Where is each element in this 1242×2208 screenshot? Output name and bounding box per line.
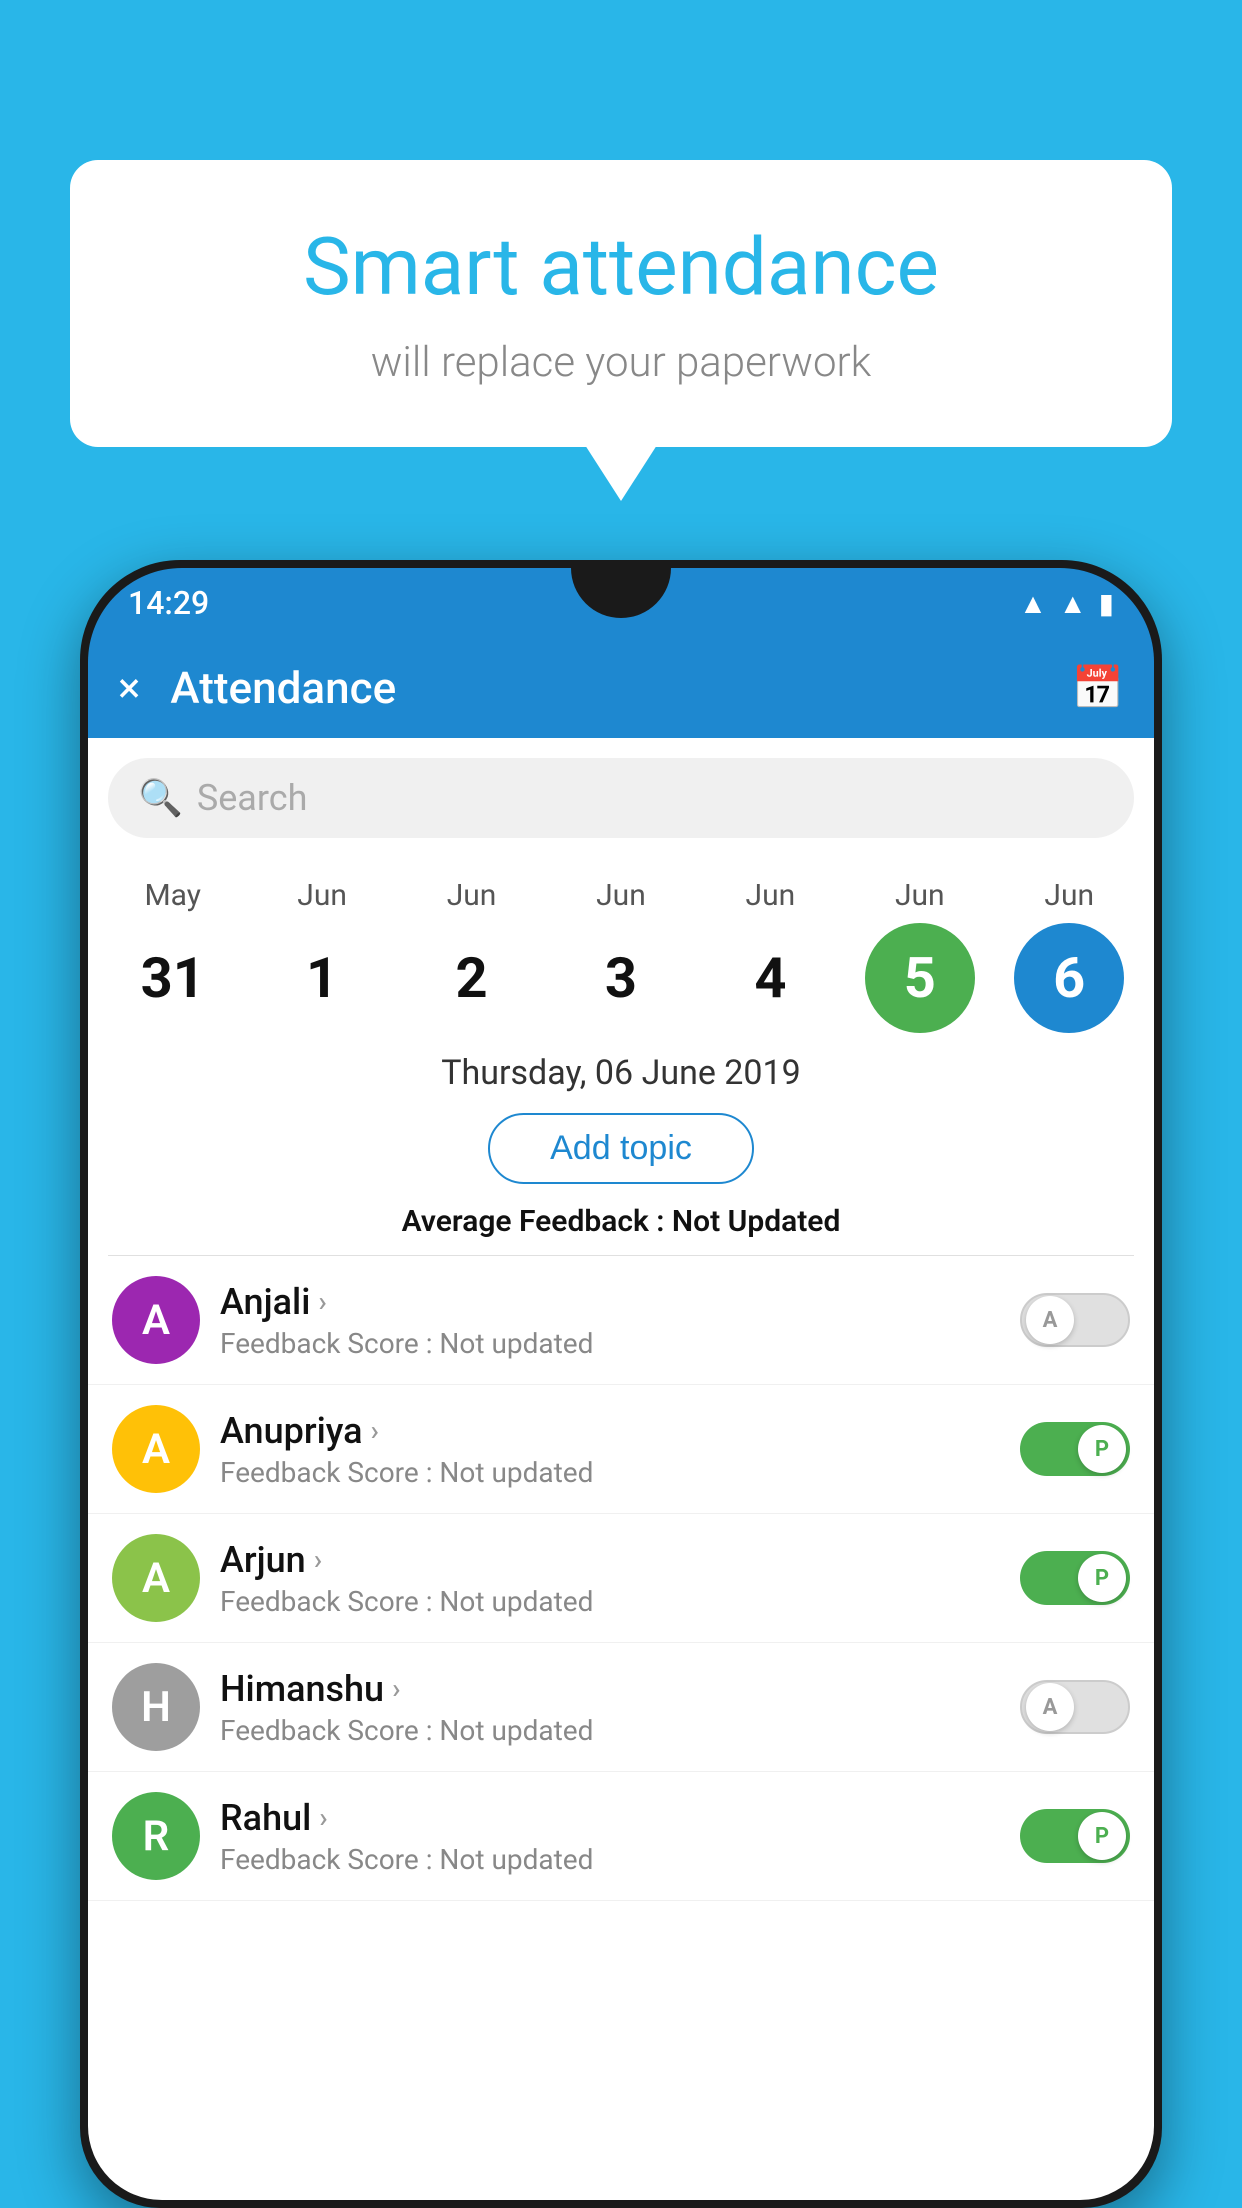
toggle-2[interactable]: P [1020, 1551, 1130, 1605]
calendar-button[interactable]: 📅 [1072, 664, 1124, 713]
student-row-1[interactable]: A Anupriya › Feedback Score : Not updated P [88, 1385, 1154, 1514]
toggle-thumb-2: P [1078, 1554, 1126, 1602]
feedback-score-3: Feedback Score : Not updated [220, 1714, 1000, 1747]
avg-feedback-value: Not Updated [672, 1204, 840, 1239]
feedback-score-4: Feedback Score : Not updated [220, 1843, 1000, 1876]
calendar-day-6[interactable]: Jun 6 [999, 878, 1139, 1033]
calendar-day-1[interactable]: Jun 1 [252, 878, 392, 1033]
calendar-day-2[interactable]: Jun 2 [402, 878, 542, 1033]
cal-day-num-4: 4 [715, 923, 825, 1033]
avatar-2: A [112, 1534, 200, 1622]
student-info-4: Rahul › Feedback Score : Not updated [220, 1797, 1000, 1876]
cal-month-1: Jun [297, 878, 347, 913]
cal-month-3: Jun [596, 878, 646, 913]
student-name-4: Rahul › [220, 1797, 1000, 1839]
bubble-subtitle: will replace your paperwork [130, 338, 1112, 387]
calendar-day-4[interactable]: Jun 4 [700, 878, 840, 1033]
students-list: AAnjali ›Feedback Score : Not updatedAAA… [88, 1256, 1154, 1901]
app-bar-title: Attendance [170, 662, 1041, 714]
toggle-0[interactable]: A [1020, 1293, 1130, 1347]
cal-month-5: Jun [895, 878, 945, 913]
close-button[interactable]: × [118, 664, 140, 713]
student-info-1: Anupriya › Feedback Score : Not updated [220, 1410, 1000, 1489]
student-row-2[interactable]: A Arjun › Feedback Score : Not updated P [88, 1514, 1154, 1643]
cal-day-num-6: 6 [1014, 923, 1124, 1033]
cal-month-6: Jun [1044, 878, 1094, 913]
cal-month-2: Jun [447, 878, 497, 913]
status-time: 14:29 [128, 584, 209, 622]
avg-feedback: Average Feedback : Not Updated [88, 1194, 1154, 1255]
cal-month-0: May [144, 878, 200, 913]
wifi-icon: ▲ [1019, 587, 1047, 620]
phone-frame: 14:29 ▲ ▲ ▮ × Attendance 📅 🔍 Search May 3… [80, 560, 1162, 2208]
calendar-row: May 31 Jun 1 Jun 2 Jun 3 Jun 4 Jun 5 Jun 6 [88, 858, 1154, 1033]
chevron-icon-4: › [319, 1801, 327, 1834]
status-bar: 14:29 ▲ ▲ ▮ [88, 568, 1154, 638]
student-name-3: Himanshu › [220, 1668, 1000, 1710]
cal-day-num-3: 3 [566, 923, 676, 1033]
phone-inner: 14:29 ▲ ▲ ▮ × Attendance 📅 🔍 Search May 3… [88, 568, 1154, 2200]
student-info-0: Anjali › Feedback Score : Not updated [220, 1281, 1000, 1360]
status-icons: ▲ ▲ ▮ [1019, 587, 1114, 620]
avg-feedback-label: Average Feedback : [402, 1204, 672, 1239]
search-icon: 🔍 [138, 777, 183, 819]
calendar-day-5[interactable]: Jun 5 [850, 878, 990, 1033]
search-bar[interactable]: 🔍 Search [108, 758, 1134, 838]
cal-day-num-1: 1 [267, 923, 377, 1033]
screen-content: 🔍 Search May 31 Jun 1 Jun 2 Jun 3 Jun 4 Jun 5 Jun 6 T… [88, 738, 1154, 2200]
toggle-thumb-0: A [1026, 1296, 1074, 1344]
student-row-4[interactable]: R Rahul › Feedback Score : Not updated P [88, 1772, 1154, 1901]
add-topic-button[interactable]: Add topic [488, 1113, 754, 1184]
student-row-0[interactable]: A Anjali › Feedback Score : Not updated A [88, 1256, 1154, 1385]
toggle-thumb-3: A [1026, 1683, 1074, 1731]
speech-bubble: Smart attendance will replace your paper… [70, 160, 1172, 447]
signal-icon: ▲ [1059, 587, 1087, 620]
cal-day-num-2: 2 [417, 923, 527, 1033]
avatar-0: A [112, 1276, 200, 1364]
app-bar: × Attendance 📅 [88, 638, 1154, 738]
toggle-4[interactable]: P [1020, 1809, 1130, 1863]
feedback-score-1: Feedback Score : Not updated [220, 1456, 1000, 1489]
chevron-icon-3: › [392, 1672, 400, 1705]
student-name-0: Anjali › [220, 1281, 1000, 1323]
speech-bubble-container: Smart attendance will replace your paper… [70, 160, 1172, 447]
cal-month-4: Jun [746, 878, 796, 913]
toggle-1[interactable]: P [1020, 1422, 1130, 1476]
cal-day-num-5: 5 [865, 923, 975, 1033]
feedback-score-0: Feedback Score : Not updated [220, 1327, 1000, 1360]
avatar-1: A [112, 1405, 200, 1493]
chevron-icon-0: › [318, 1285, 326, 1318]
toggle-3[interactable]: A [1020, 1680, 1130, 1734]
cal-day-num-0: 31 [118, 923, 228, 1033]
student-info-3: Himanshu › Feedback Score : Not updated [220, 1668, 1000, 1747]
selected-date: Thursday, 06 June 2019 [88, 1033, 1154, 1103]
calendar-day-3[interactable]: Jun 3 [551, 878, 691, 1033]
toggle-thumb-1: P [1078, 1425, 1126, 1473]
chevron-icon-2: › [314, 1543, 322, 1576]
chevron-icon-1: › [371, 1414, 379, 1447]
student-info-2: Arjun › Feedback Score : Not updated [220, 1539, 1000, 1618]
search-placeholder: Search [197, 777, 308, 819]
battery-icon: ▮ [1099, 587, 1114, 620]
bubble-title: Smart attendance [130, 220, 1112, 314]
feedback-score-2: Feedback Score : Not updated [220, 1585, 1000, 1618]
calendar-day-0[interactable]: May 31 [103, 878, 243, 1033]
avatar-4: R [112, 1792, 200, 1880]
toggle-thumb-4: P [1078, 1812, 1126, 1860]
phone-notch [571, 568, 671, 618]
student-row-3[interactable]: H Himanshu › Feedback Score : Not updated A [88, 1643, 1154, 1772]
student-name-2: Arjun › [220, 1539, 1000, 1581]
student-name-1: Anupriya › [220, 1410, 1000, 1452]
avatar-3: H [112, 1663, 200, 1751]
